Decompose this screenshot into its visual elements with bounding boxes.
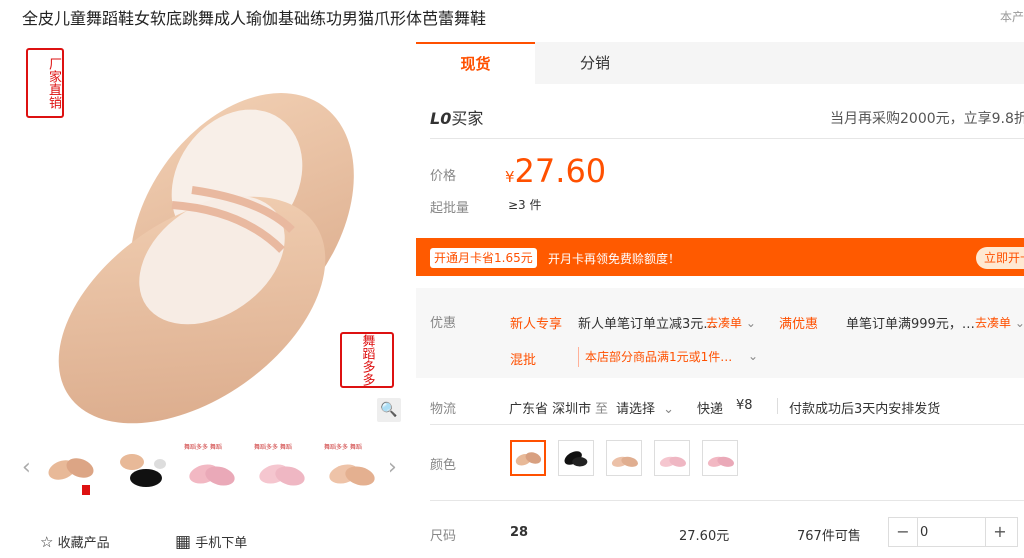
thumbnail-3[interactable]: 舞蹈多多 舞蹈 xyxy=(182,440,240,498)
favorite-button[interactable]: ☆ 收藏产品 xyxy=(40,532,110,551)
tab-distribution[interactable]: 分销 xyxy=(545,42,645,84)
membership-banner-text: 开月卡再领免费赊额度！ xyxy=(548,252,681,266)
corner-text: 本产 xyxy=(1000,10,1024,24)
zoom-icon[interactable]: 🔍 xyxy=(377,398,401,422)
tab-in-stock[interactable]: 现货 xyxy=(416,42,535,84)
color-swatch-2[interactable] xyxy=(558,440,594,476)
thumbnail-2[interactable] xyxy=(112,440,170,498)
divider xyxy=(430,138,1024,139)
moq-value: ≥3 件 xyxy=(508,198,542,212)
buyer-level-suffix: 买家 xyxy=(451,109,484,128)
thumb-next-icon[interactable]: › xyxy=(388,455,397,480)
size-value: 28 xyxy=(510,525,529,540)
divider xyxy=(430,500,1024,501)
chevron-down-icon: ⌄ xyxy=(663,402,675,417)
color-label: 颜色 xyxy=(430,458,457,473)
open-card-button[interactable]: 立即开卡 xyxy=(976,247,1024,269)
mixed-batch-promo: 本店部分商品满1元或1件… xyxy=(578,347,732,367)
product-title: 全皮儿童舞蹈鞋女软底跳舞成人瑜伽基础练功男猫爪形体芭蕾舞鞋 xyxy=(22,9,487,28)
add-items-link-2[interactable]: 去凑单 ⌄ xyxy=(975,314,1024,331)
new-user-promo: 新人单笔订单立减3元… xyxy=(578,317,717,332)
brand-stamp-bottom: 舞蹈多多 xyxy=(340,332,394,388)
favorite-label: 收藏产品 xyxy=(57,536,110,551)
full-discount-promo: 单笔订单满999元，… xyxy=(846,317,975,332)
ship-to-label: 至 xyxy=(595,402,609,417)
brand-stamp-top: 厂家直销 xyxy=(26,48,64,118)
shipping-note: 付款成功后3天内安排发货 xyxy=(789,402,941,417)
add-items-link-1[interactable]: 去凑单 ⌄ xyxy=(706,314,756,331)
full-discount-tag: 满优惠 xyxy=(779,317,819,332)
membership-savings-badge[interactable]: 开通月卡省1.65元 xyxy=(430,248,537,268)
color-swatch-5[interactable] xyxy=(702,440,738,476)
mobile-order-label: 手机下单 xyxy=(195,536,248,551)
buyer-level-badge: L0 xyxy=(430,109,452,128)
promotions-label: 优惠 xyxy=(430,316,457,331)
increase-quantity-button[interactable]: + xyxy=(985,517,1014,547)
color-swatch-1[interactable] xyxy=(510,440,546,476)
moq-label: 起批量 xyxy=(430,201,470,216)
divider xyxy=(777,398,778,414)
size-stock: 767件可售 xyxy=(797,529,861,544)
chevron-down-icon: ⌄ xyxy=(745,316,756,330)
divider xyxy=(430,424,1024,425)
new-user-tag: 新人专享 xyxy=(510,317,563,332)
ship-origin: 广东省 深圳市 xyxy=(509,402,592,417)
price-amount: 27.60 xyxy=(514,152,607,190)
shipping-fee: ¥8 xyxy=(736,398,753,413)
destination-select[interactable]: 请选择 ⌄ xyxy=(616,398,674,417)
thumbnail-5[interactable]: 舞蹈多多 舞蹈 xyxy=(322,440,380,498)
mobile-order-button[interactable]: ▦ 手机下单 xyxy=(175,532,247,552)
color-swatch-4[interactable] xyxy=(654,440,690,476)
buyer-promo[interactable]: 当月再采购2000元，立享9.8折惠 xyxy=(830,108,1024,128)
color-swatch-3[interactable] xyxy=(606,440,642,476)
currency-symbol: ¥ xyxy=(505,168,515,186)
size-label: 尺码 xyxy=(430,529,457,544)
mixed-batch-tag: 混批 xyxy=(510,353,537,368)
price-label: 价格 xyxy=(430,169,457,184)
price-value: ¥27.60 xyxy=(505,152,606,190)
chevron-down-icon: ⌄ xyxy=(1014,316,1024,330)
quantity-input[interactable] xyxy=(920,522,980,542)
thumb-prev-icon[interactable]: ‹ xyxy=(22,455,31,480)
shipping-method: 快递 xyxy=(697,402,724,417)
decrease-quantity-button[interactable]: − xyxy=(889,517,918,547)
star-icon: ☆ xyxy=(40,533,54,551)
buyer-level: L0买家 xyxy=(430,105,483,129)
thumbnail-1[interactable] xyxy=(42,440,100,498)
thumbnail-4[interactable]: 舞蹈多多 舞蹈 xyxy=(252,440,310,498)
logistics-label: 物流 xyxy=(430,402,457,417)
size-price: 27.60元 xyxy=(679,529,730,544)
chevron-down-icon[interactable]: ⌄ xyxy=(748,349,758,363)
qr-code-icon: ▦ xyxy=(175,532,192,552)
